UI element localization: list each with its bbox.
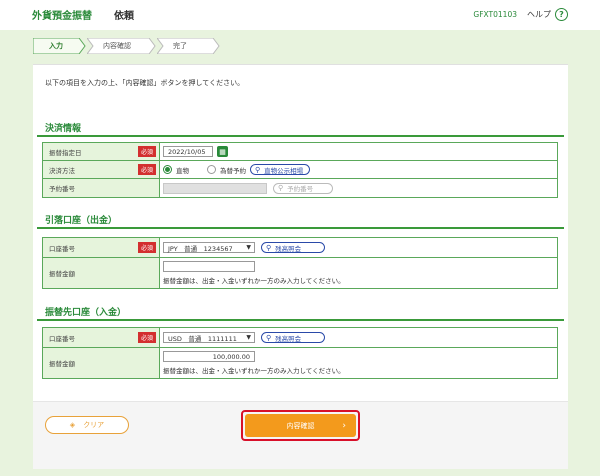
withdrawal-amount-note: 振替金額は、出金・入金いずれか一方のみ入力してください。 xyxy=(163,277,345,285)
withdrawal-table: 口座番号 必須 JPY 普通 1234567 ▼ ⚲ 残高照会 振替金額 振替金… xyxy=(42,237,558,289)
confirm-button-highlight: 内容確認 › xyxy=(241,410,360,441)
settlement-divider xyxy=(37,135,564,137)
withdrawal-title: 引落口座（出金） xyxy=(45,216,118,226)
withdrawal-balance-label: 残高照会 xyxy=(275,244,302,253)
settlement-table: 振替指定日 必須 2022/10/05 ▦ 決済方法 必須 直物 為替予約 ⚲ … xyxy=(42,142,558,198)
withdrawal-amount-label-text: 振替金額 xyxy=(49,270,75,278)
screen-code: GFXT01103 xyxy=(473,9,517,19)
clear-button[interactable]: ◈ クリア xyxy=(45,416,129,434)
chevron-down-icon: ▼ xyxy=(246,244,251,251)
page-title: 外貨預金振替 xyxy=(32,10,92,22)
search-icon: ⚲ xyxy=(255,165,261,174)
reservation-search-button[interactable]: ⚲ 予約番号 xyxy=(273,182,333,194)
withdrawal-balance-button[interactable]: ⚲ 残高照会 xyxy=(261,242,325,253)
withdrawal-amount-row: 振替金額 振替金額は、出金・入金いずれか一方のみ入力してください。 xyxy=(43,258,557,288)
confirm-button-label: 内容確認 xyxy=(286,421,315,430)
transfer-date-row: 振替指定日 必須 2022/10/05 ▦ xyxy=(43,143,557,161)
reservation-label: 予約番号 xyxy=(43,179,160,197)
search-icon: ⚲ xyxy=(266,333,272,342)
eraser-icon: ◈ xyxy=(69,421,76,429)
step-confirm-label: 内容確認 xyxy=(103,42,131,50)
confirm-button[interactable]: 内容確認 › xyxy=(245,414,356,437)
search-icon: ⚲ xyxy=(278,184,284,192)
radio-forward[interactable] xyxy=(207,165,216,174)
deposit-account-select[interactable]: USD 普通 1111111 ▼ xyxy=(163,332,255,343)
deposit-balance-label: 残高照会 xyxy=(275,334,302,343)
chevron-down-icon: ▼ xyxy=(246,334,251,341)
step-complete: 完了 xyxy=(157,38,221,54)
clear-button-label: クリア xyxy=(83,421,105,429)
deposit-amount-row: 振替金額 100,000.00 振替金額は、出金・入金いずれか一方のみ入力してく… xyxy=(43,348,557,378)
radio-spot[interactable] xyxy=(163,165,172,174)
required-badge: 必須 xyxy=(137,332,156,343)
transfer-date-cell: 2022/10/05 ▦ xyxy=(160,143,557,160)
required-badge: 必須 xyxy=(137,242,156,253)
required-badge: 必須 xyxy=(137,146,156,157)
deposit-account-row: 口座番号 必須 USD 普通 1111111 ▼ ⚲ 残高照会 xyxy=(43,328,557,348)
withdrawal-account-label-text: 口座番号 xyxy=(49,244,75,253)
spot-rate-button[interactable]: ⚲ 直物公示相場 xyxy=(250,164,311,175)
help-link[interactable]: ヘルプ ? xyxy=(527,7,568,21)
transfer-date-input[interactable]: 2022/10/05 xyxy=(163,146,213,157)
deposit-account-label: 口座番号 必須 xyxy=(43,328,160,347)
withdrawal-account-value: JPY 普通 1234567 xyxy=(168,244,233,253)
deposit-account-value: USD 普通 1111111 xyxy=(168,334,237,343)
step-indicator: 入力 内容確認 完了 xyxy=(33,38,221,54)
reservation-row: 予約番号 ⚲ 予約番号 xyxy=(43,179,557,197)
deposit-amount-note: 振替金額は、出金・入金いずれか一方のみ入力してください。 xyxy=(163,367,345,375)
page-subtitle: 依頼 xyxy=(114,10,134,22)
withdrawal-account-label: 口座番号 必須 xyxy=(43,238,160,257)
deposit-amount-cell: 100,000.00 振替金額は、出金・入金いずれか一方のみ入力してください。 xyxy=(160,348,557,378)
withdrawal-account-row: 口座番号 必須 JPY 普通 1234567 ▼ ⚲ 残高照会 xyxy=(43,238,557,258)
settlement-title: 決済情報 xyxy=(45,124,82,134)
radio-spot-label: 直物 xyxy=(176,166,189,175)
withdrawal-divider xyxy=(37,227,564,229)
chevron-right-icon: › xyxy=(342,420,346,431)
step-input: 入力 xyxy=(33,38,87,54)
withdrawal-amount-label: 振替金額 xyxy=(43,258,160,288)
calendar-icon[interactable]: ▦ xyxy=(217,146,228,157)
form-footer: ◈ クリア 内容確認 › xyxy=(33,401,568,469)
deposit-amount-label-text: 振替金額 xyxy=(49,360,75,368)
step-complete-label: 完了 xyxy=(173,42,187,50)
withdrawal-account-select[interactable]: JPY 普通 1234567 ▼ xyxy=(163,242,255,253)
withdrawal-amount-cell: 振替金額は、出金・入金いずれか一方のみ入力してください。 xyxy=(160,258,557,288)
reservation-number-input[interactable] xyxy=(163,182,267,194)
deposit-amount-input[interactable]: 100,000.00 xyxy=(163,351,255,362)
deposit-account-cell: USD 普通 1111111 ▼ ⚲ 残高照会 xyxy=(160,328,557,347)
deposit-divider xyxy=(37,319,564,321)
transfer-date-label-text: 振替指定日 xyxy=(49,148,82,157)
reservation-cell: ⚲ 予約番号 xyxy=(160,179,557,197)
radio-forward-label: 為替予約 xyxy=(220,166,246,175)
deposit-balance-button[interactable]: ⚲ 残高照会 xyxy=(261,332,325,343)
step-confirm: 内容確認 xyxy=(87,38,157,54)
spot-rate-button-label: 直物公示相場 xyxy=(264,166,304,175)
intro-text: 以下の項目を入力の上、「内容確認」ボタンを押してください。 xyxy=(45,79,245,87)
step-input-label: 入力 xyxy=(49,42,63,50)
transfer-date-label: 振替指定日 必須 xyxy=(43,143,160,160)
deposit-table: 口座番号 必須 USD 普通 1111111 ▼ ⚲ 残高照会 振替金額 100… xyxy=(42,327,558,379)
settlement-method-row: 決済方法 必須 直物 為替予約 ⚲ 直物公示相場 xyxy=(43,161,557,179)
form-card: 以下の項目を入力の上、「内容確認」ボタンを押してください。 決済情報 振替指定日… xyxy=(33,64,568,469)
required-badge: 必須 xyxy=(137,164,156,175)
deposit-amount-label: 振替金額 xyxy=(43,348,160,378)
deposit-title: 振替先口座（入金） xyxy=(45,308,127,318)
search-icon: ⚲ xyxy=(266,243,272,252)
settlement-method-label-text: 決済方法 xyxy=(49,166,75,175)
settlement-method-label: 決済方法 必須 xyxy=(43,161,160,178)
help-icon[interactable]: ? xyxy=(555,7,568,21)
withdrawal-amount-input[interactable] xyxy=(163,261,255,272)
withdrawal-account-cell: JPY 普通 1234567 ▼ ⚲ 残高照会 xyxy=(160,238,557,257)
help-label: ヘルプ xyxy=(527,9,551,19)
deposit-account-label-text: 口座番号 xyxy=(49,334,75,343)
settlement-method-cell: 直物 為替予約 ⚲ 直物公示相場 xyxy=(160,161,557,178)
reservation-search-label: 予約番号 xyxy=(287,185,314,193)
page-header: 外貨預金振替 依頼 GFXT01103 ヘルプ ? xyxy=(0,0,600,30)
reservation-label-text: 予約番号 xyxy=(49,185,75,193)
